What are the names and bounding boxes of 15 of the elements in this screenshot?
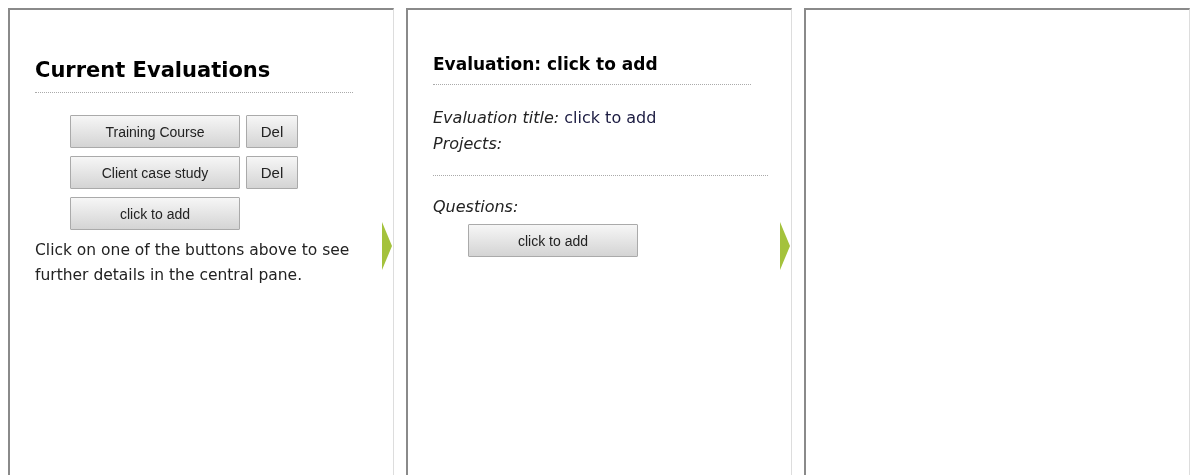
add-button[interactable]: click to add: [70, 197, 240, 230]
arrow-icon: [382, 222, 392, 270]
add-button[interactable]: click to add: [468, 224, 638, 257]
arrow-icon: [780, 222, 790, 270]
title-value[interactable]: click to add: [564, 108, 657, 127]
delete-button[interactable]: Del: [246, 115, 298, 148]
hint-text: Click on one of the buttons above to see further details in the central pane.: [35, 240, 351, 286]
panel-title: Evaluation: click to add: [433, 54, 659, 74]
panel-title: Current Evaluations: [35, 58, 272, 82]
field-label: Projects:: [433, 134, 503, 153]
field-label: Evaluation title:: [433, 108, 560, 127]
evaluation-button[interactable]: Training Course: [70, 115, 240, 148]
delete-button[interactable]: Del: [246, 156, 298, 189]
evaluation-button[interactable]: Client case study: [70, 156, 240, 189]
field-label: Questions:: [433, 197, 519, 216]
